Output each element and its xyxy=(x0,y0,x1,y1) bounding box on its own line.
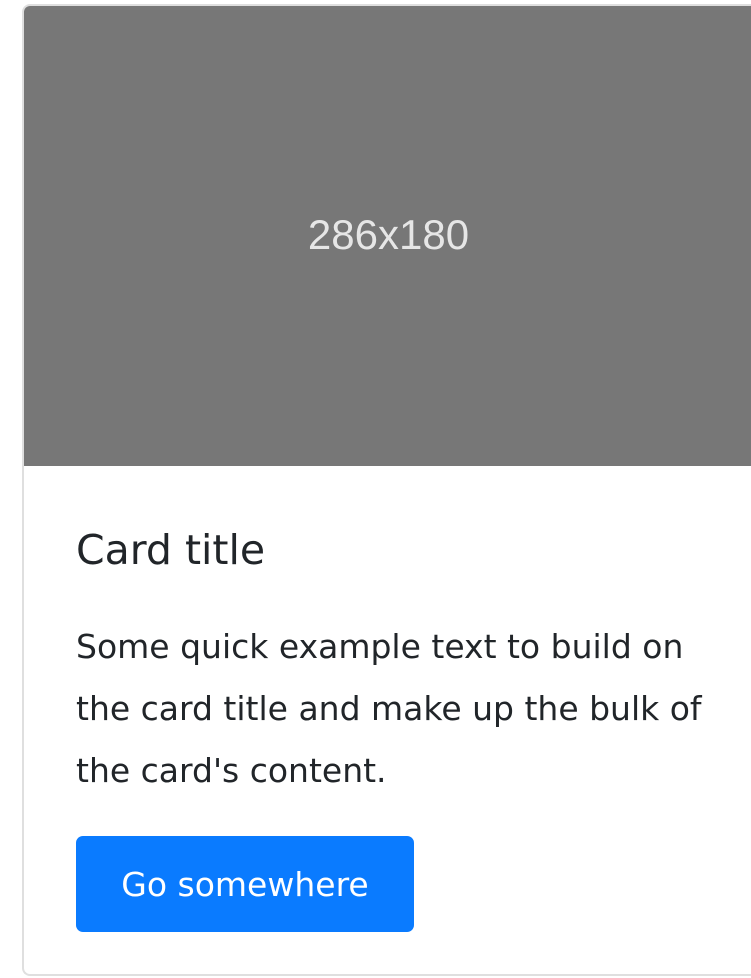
card-text: Some quick example text to build on the … xyxy=(76,627,702,790)
card-image-placeholder: 286x180 xyxy=(24,6,751,466)
card-title: Card title xyxy=(76,526,266,574)
card: 286x180 Card title Some quick example te… xyxy=(22,4,751,976)
go-somewhere-button[interactable]: Go somewhere xyxy=(76,836,414,932)
image-size-label: 286x180 xyxy=(307,211,470,258)
